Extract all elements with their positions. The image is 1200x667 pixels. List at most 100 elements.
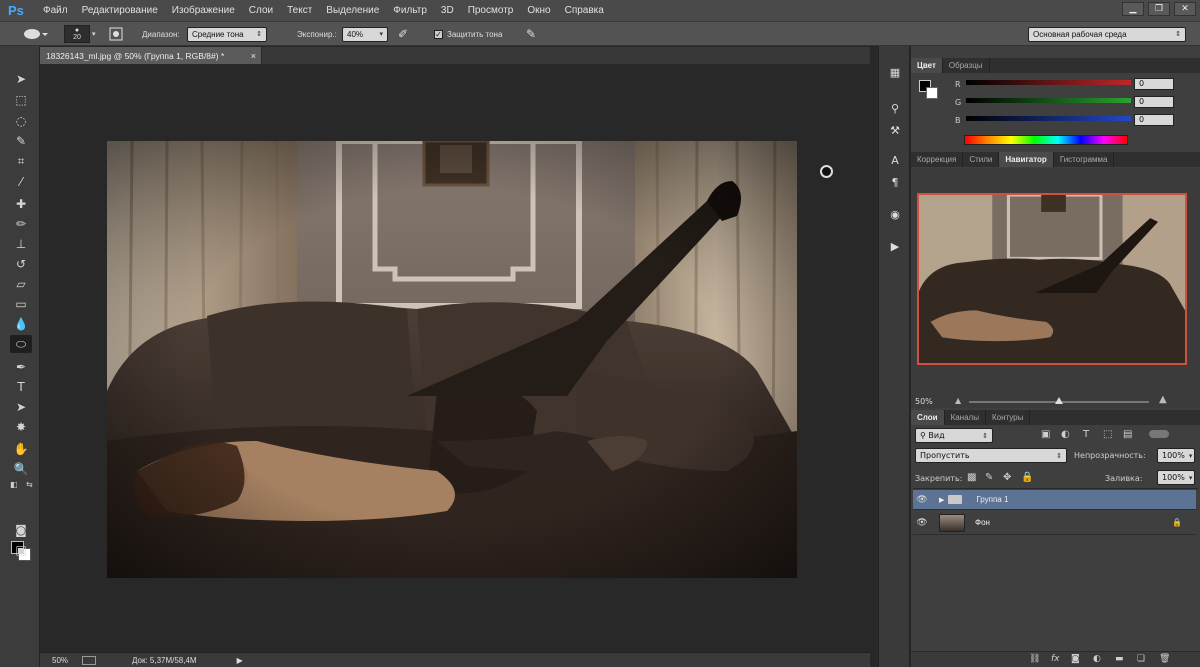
crop-tool-icon[interactable]: ⌗ (10, 152, 32, 170)
zoom-tool-icon[interactable]: 🔍 (10, 460, 32, 478)
layer-style-icon[interactable]: fx (1051, 654, 1060, 664)
protect-tones-checkbox[interactable]: ✓ Защитить тона (434, 26, 502, 42)
menu-edit[interactable]: Редактирование (75, 0, 165, 22)
new-layer-icon[interactable]: ❏ (1137, 654, 1145, 664)
tab-channels[interactable]: Каналы (945, 410, 986, 425)
minimize-icon[interactable]: ▁ (1122, 2, 1144, 16)
zoom-level[interactable]: 50% (52, 656, 82, 665)
slider-b-value[interactable]: 0 (1134, 114, 1174, 126)
menu-help[interactable]: Справка (558, 0, 611, 22)
pen-tool-icon[interactable]: ✒ (10, 358, 32, 376)
menu-select[interactable]: Выделение (319, 0, 386, 22)
move-tool-icon[interactable]: ➤ (10, 70, 32, 88)
menu-image[interactable]: Изображение (165, 0, 242, 22)
close-icon[interactable]: × (251, 51, 256, 61)
healing-brush-tool-icon[interactable]: ✚ (10, 195, 32, 213)
menu-type[interactable]: Текст (280, 0, 319, 22)
tab-styles[interactable]: Стили (963, 152, 1000, 167)
lasso-tool-icon[interactable]: ◌ (10, 112, 32, 130)
color-ramp[interactable] (964, 135, 1128, 145)
lock-position-icon[interactable]: ✥ (1003, 472, 1011, 483)
brush-panel-button[interactable] (109, 26, 123, 42)
quick-select-tool-icon[interactable]: ✎ (10, 132, 32, 150)
tab-adjustments[interactable]: Коррекция (911, 152, 964, 167)
tab-layers[interactable]: Слои (911, 410, 945, 425)
tab-swatches[interactable]: Образцы (943, 58, 990, 73)
filter-adjustment-icon[interactable]: ◐ (1061, 429, 1070, 440)
tab-color[interactable]: Цвет (911, 58, 943, 73)
menu-layers[interactable]: Слои (242, 0, 280, 22)
gradient-tool-icon[interactable]: ▭ (10, 295, 32, 313)
brush-picker[interactable]: ● 20 ▾ (64, 25, 96, 43)
sponge-tool-icon[interactable]: ⬭ (10, 335, 32, 353)
tab-paths[interactable]: Контуры (986, 410, 1031, 425)
slider-r-track[interactable] (966, 80, 1131, 85)
navigator-zoom[interactable]: 50% (915, 397, 933, 406)
hand-tool-icon[interactable]: ✋ (10, 440, 32, 458)
color-bg-swatch[interactable] (926, 87, 938, 99)
default-colors-icon[interactable]: ◧ (10, 480, 18, 489)
canvas-area[interactable] (40, 64, 863, 652)
menu-window[interactable]: Окно (520, 0, 557, 22)
lock-pixels-icon[interactable]: ✎ (985, 472, 993, 483)
actions-icon[interactable]: ▶ (887, 238, 903, 254)
slider-b-track[interactable] (966, 116, 1131, 121)
slider-g-value[interactable]: 0 (1134, 96, 1174, 108)
workspace-select[interactable]: Основная рабочая среда ⇕ (1028, 26, 1186, 42)
document-tab[interactable]: 18326143_ml.jpg @ 50% (Группа 1, RGB/8#)… (40, 47, 262, 64)
layer-row-group[interactable]: 👁 ▶ Группа 1 (913, 490, 1196, 510)
tab-histogram[interactable]: Гистограмма (1054, 152, 1115, 167)
exposure-input[interactable]: 40% ▾ (342, 26, 388, 42)
tool-preset-picker[interactable] (22, 26, 48, 42)
navigator-zoom-thumb[interactable] (1055, 397, 1063, 404)
menu-filter[interactable]: Фильтр (386, 0, 434, 22)
menu-file[interactable]: Файл (36, 0, 75, 22)
document-image[interactable] (107, 141, 797, 578)
zoom-in-mountain-icon[interactable]: ▲ (1159, 394, 1167, 405)
slider-g-track[interactable] (966, 98, 1131, 103)
character-icon[interactable]: A (887, 152, 903, 168)
tab-navigator[interactable]: Навигатор (999, 152, 1054, 167)
navigator-view-box[interactable] (917, 193, 1187, 365)
add-mask-icon[interactable]: ◙ (1071, 654, 1080, 664)
lock-transparent-icon[interactable]: ▩ (967, 472, 976, 483)
fill-input[interactable]: 100% ▾ (1157, 470, 1195, 485)
opacity-input[interactable]: 100% ▾ (1157, 448, 1195, 463)
eraser-tool-icon[interactable]: ▱ (10, 275, 32, 293)
tool-presets-icon[interactable]: ⚒ (887, 122, 903, 138)
brush-tool-icon[interactable]: ✏ (10, 215, 32, 233)
paragraph-icon[interactable]: ¶ (887, 174, 903, 190)
filter-pixel-icon[interactable]: ▣ (1041, 429, 1050, 440)
layer-comps-icon[interactable]: ◉ (887, 206, 903, 222)
history-brush-tool-icon[interactable]: ↺ (10, 255, 32, 273)
swap-colors-icon[interactable]: ⇆ (26, 480, 33, 489)
blur-tool-icon[interactable]: 💧 (10, 315, 32, 333)
marquee-tool-icon[interactable]: ⬚ (10, 91, 32, 109)
menu-3d[interactable]: 3D (434, 0, 461, 22)
quick-mask-icon[interactable]: ◙ (10, 521, 32, 539)
filter-shape-icon[interactable]: ⬚ (1103, 429, 1112, 440)
filter-smart-object-icon[interactable]: ▤ (1123, 429, 1132, 440)
play-arrow-icon[interactable]: ▶ (237, 656, 243, 665)
path-selection-tool-icon[interactable]: ➤ (10, 398, 32, 416)
zoom-out-mountain-icon[interactable]: ▲ (955, 396, 961, 405)
eyedropper-tool-icon[interactable]: ⁄ (10, 173, 32, 191)
delete-layer-icon[interactable]: 🗑 (1159, 654, 1170, 664)
history-icon[interactable]: ▦ (887, 64, 903, 80)
blend-mode-select[interactable]: Пропустить ⇕ (915, 448, 1067, 463)
type-tool-icon[interactable]: T (10, 378, 32, 396)
screen-mode-icon[interactable]: ▣ (10, 541, 32, 559)
new-group-icon[interactable]: ▬ (1115, 654, 1124, 664)
brush-presets-icon[interactable]: ⚲ (887, 100, 903, 116)
filter-type-icon[interactable]: T (1083, 429, 1089, 440)
new-adjustment-icon[interactable]: ◐ (1093, 654, 1101, 664)
range-select[interactable]: Средние тона ⇕ (187, 26, 267, 42)
link-layers-icon[interactable]: ⛓ (1029, 654, 1040, 664)
layer-filter-select[interactable]: ⚲ Вид ⇕ (915, 428, 993, 443)
layer-row-background[interactable]: 👁 Фон 🔒 (913, 511, 1196, 535)
filter-toggle[interactable] (1149, 430, 1169, 438)
eye-icon[interactable]: 👁 (913, 494, 931, 505)
info-icon[interactable] (82, 655, 96, 665)
custom-shape-tool-icon[interactable]: ✸ (10, 418, 32, 436)
lock-all-icon[interactable]: 🔒 (1021, 472, 1033, 483)
